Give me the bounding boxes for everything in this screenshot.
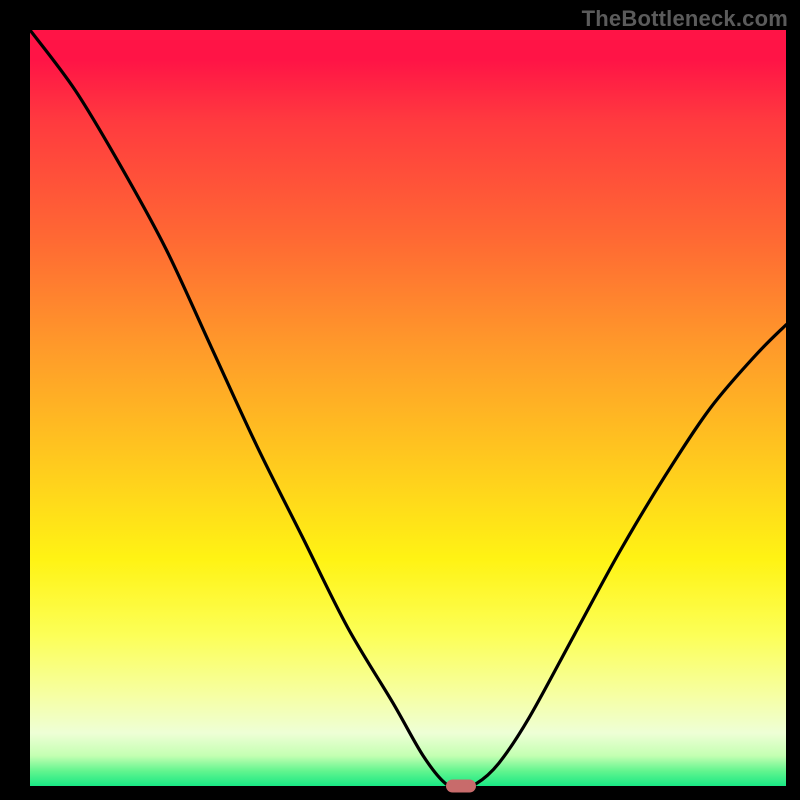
optimal-point-marker xyxy=(446,780,476,793)
curve-svg xyxy=(30,30,786,786)
chart-frame: TheBottleneck.com xyxy=(0,0,800,800)
plot-area xyxy=(30,30,786,786)
bottleneck-curve xyxy=(30,30,786,786)
watermark-text: TheBottleneck.com xyxy=(582,6,788,32)
